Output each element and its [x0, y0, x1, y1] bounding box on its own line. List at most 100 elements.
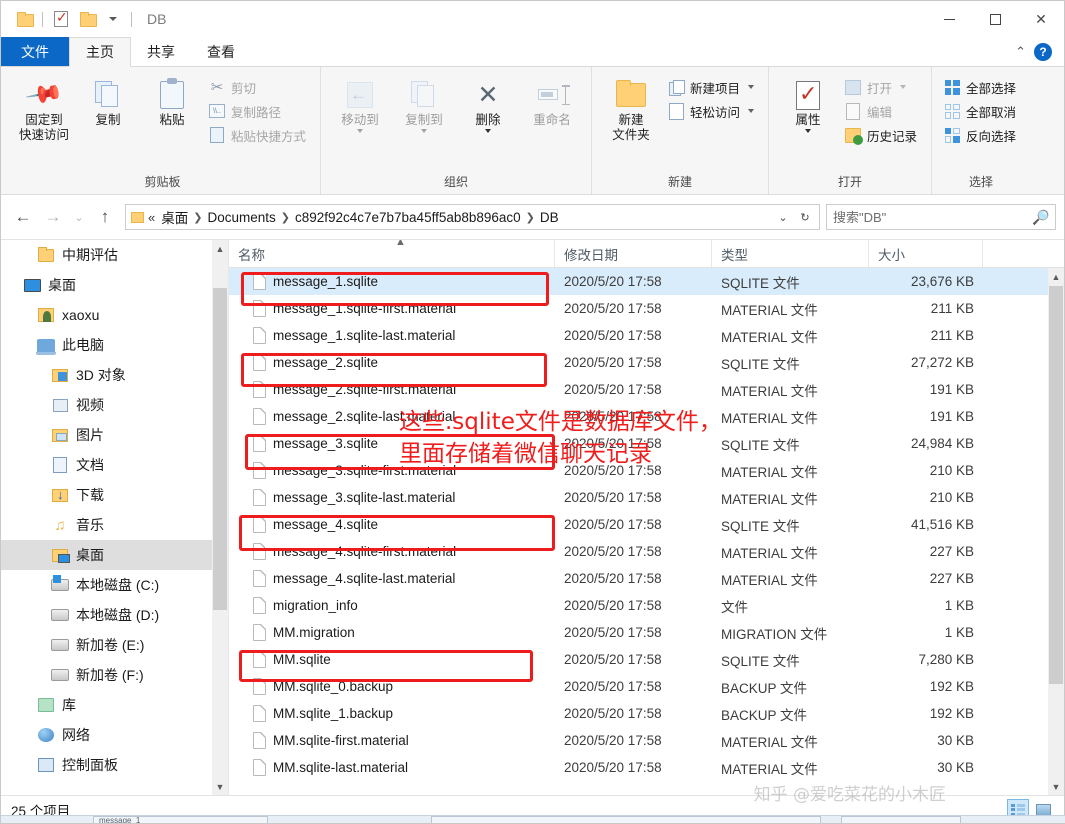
sidebar-item-12[interactable]: 本地磁盘 (D:) — [1, 600, 228, 630]
sidebar-item-8[interactable]: 下载 — [1, 480, 228, 510]
sidebar-item-3[interactable]: 此电脑 — [1, 330, 228, 360]
search-box[interactable]: 🔍 — [826, 204, 1056, 230]
new-folder-button[interactable]: 新建 文件夹 — [600, 73, 662, 147]
sidebar-item-13[interactable]: 新加卷 (E:) — [1, 630, 228, 660]
scroll-up-icon[interactable]: ▲ — [212, 240, 228, 257]
search-icon[interactable]: 🔍 — [1032, 209, 1049, 226]
tab-home[interactable]: 主页 — [69, 37, 131, 67]
paste-shortcut-button[interactable]: 粘贴快捷方式 — [205, 123, 312, 147]
table-row[interactable]: message_2.sqlite 2020/5/20 17:58 SQLITE 文件… — [229, 349, 1048, 376]
history-button[interactable]: 历史记录 — [841, 123, 923, 147]
open-button[interactable]: 打开 — [841, 75, 923, 99]
tab-share[interactable]: 共享 — [131, 37, 191, 66]
select-none-button[interactable]: 全部取消 — [940, 99, 1022, 123]
sidebar-item-0[interactable]: 中期评估 — [1, 240, 228, 270]
sidebar-item-15[interactable]: 库 — [1, 690, 228, 720]
chevron-right-icon[interactable]: ❯ — [525, 211, 536, 224]
sidebar-item-17[interactable]: 控制面板 — [1, 750, 228, 780]
close-button[interactable]: ✕ — [1018, 1, 1064, 37]
table-row[interactable]: message_3.sqlite-first.material 2020/5/20… — [229, 457, 1048, 484]
edit-button[interactable]: 编辑 — [841, 99, 923, 123]
sidebar-item-4[interactable]: 3D 对象 — [1, 360, 228, 390]
file-list-scrollbar[interactable]: ▲ ▼ — [1048, 268, 1064, 795]
delete-button[interactable]: ✕ 删除 — [457, 73, 519, 137]
chevron-down-icon[interactable] — [100, 6, 126, 32]
taskbar-button[interactable] — [431, 816, 821, 823]
copy-button[interactable]: 复制 — [77, 73, 139, 132]
column-header-name[interactable]: 名称 ▲ — [229, 240, 555, 267]
table-row[interactable]: message_3.sqlite 2020/5/20 17:58 SQLITE 文件… — [229, 430, 1048, 457]
chevron-right-icon[interactable]: ❯ — [280, 211, 291, 224]
chevron-right-icon[interactable]: ❯ — [192, 211, 203, 224]
sidebar-item-10[interactable]: 桌面 — [1, 540, 228, 570]
table-row[interactable]: MM.sqlite-last.material 2020/5/20 17:58 MA… — [229, 754, 1048, 781]
breadcrumb[interactable]: « 桌面 ❯ Documents ❯ c892f92c4c7e7b7ba45ff… — [125, 204, 820, 230]
column-header-type[interactable]: 类型 — [712, 240, 869, 267]
sidebar-item-9[interactable]: ♫ 音乐 — [1, 510, 228, 540]
sidebar-item-2[interactable]: xaoxu — [1, 300, 228, 330]
table-row[interactable]: MM.sqlite 2020/5/20 17:58 SQLITE 文件 7,280 K… — [229, 646, 1048, 673]
sidebar-scroll-thumb[interactable] — [213, 288, 227, 610]
tab-file[interactable]: 文件 — [1, 37, 69, 66]
easy-access-button[interactable]: 轻松访问 — [664, 99, 760, 123]
new-item-button[interactable]: 新建项目 — [664, 75, 760, 99]
table-row[interactable]: message_4.sqlite 2020/5/20 17:58 SQLITE 文件… — [229, 511, 1048, 538]
table-row[interactable]: MM.sqlite-first.material 2020/5/20 17:58 M… — [229, 727, 1048, 754]
tab-view[interactable]: 查看 — [191, 37, 251, 66]
table-row[interactable]: message_2.sqlite-first.material 2020/5/20… — [229, 376, 1048, 403]
recent-locations-button[interactable]: ⌄ — [69, 203, 89, 231]
column-header-size[interactable]: 大小 — [869, 240, 983, 267]
file-scroll-thumb[interactable] — [1049, 286, 1063, 684]
table-row[interactable]: message_2.sqlite-last.material 2020/5/20 … — [229, 403, 1048, 430]
maximize-button[interactable] — [972, 1, 1018, 37]
copy-path-button[interactable]: \\.. 复制路径 — [205, 99, 312, 123]
sidebar-scrollbar[interactable]: ▲ ▼ — [212, 240, 228, 795]
forward-button[interactable]: → — [39, 203, 67, 231]
sidebar-item-11[interactable]: 本地磁盘 (C:) — [1, 570, 228, 600]
breadcrumb-overflow[interactable]: « — [148, 210, 157, 225]
cut-button[interactable]: ✂ 剪切 — [205, 75, 312, 99]
invert-selection-button[interactable]: 反向选择 — [940, 123, 1022, 147]
up-button[interactable]: ↑ — [91, 203, 119, 231]
back-button[interactable]: ← — [9, 203, 37, 231]
minimize-button[interactable] — [926, 1, 972, 37]
properties-button[interactable]: ✓ 属性 — [777, 73, 839, 137]
table-row[interactable]: MM.sqlite_0.backup 2020/5/20 17:58 BACKUP … — [229, 673, 1048, 700]
pin-to-quick-access-button[interactable]: 📌 固定到 快速访问 — [13, 73, 75, 147]
breadcrumb-item-documents[interactable]: Documents — [203, 207, 279, 228]
table-row[interactable]: message_4.sqlite-last.material 2020/5/20 … — [229, 565, 1048, 592]
help-icon[interactable]: ? — [1034, 42, 1052, 61]
copy-to-button[interactable]: 复制到 — [393, 73, 455, 137]
sidebar-item-5[interactable]: 视频 — [1, 390, 228, 420]
table-row[interactable]: MM.migration 2020/5/20 17:58 MIGRATION 文件 1… — [229, 619, 1048, 646]
breadcrumb-item-guid[interactable]: c892f92c4c7e7b7ba45ff5ab8b896ac0 — [291, 207, 525, 228]
table-row[interactable]: message_4.sqlite-first.material 2020/5/20… — [229, 538, 1048, 565]
sidebar-item-7[interactable]: 文档 — [1, 450, 228, 480]
collapse-ribbon-icon[interactable]: ⌃ — [1015, 44, 1026, 60]
table-row[interactable]: message_1.sqlite-last.material 2020/5/20 … — [229, 322, 1048, 349]
breadcrumb-item-db[interactable]: DB — [536, 207, 563, 228]
breadcrumb-item-desktop[interactable]: 桌面 — [157, 204, 192, 230]
table-row[interactable]: MM.sqlite_1.backup 2020/5/20 17:58 BACKUP … — [229, 700, 1048, 727]
new-folder-icon[interactable] — [74, 6, 100, 32]
sidebar-item-6[interactable]: 图片 — [1, 420, 228, 450]
sidebar-item-16[interactable]: 网络 — [1, 720, 228, 750]
scroll-down-icon[interactable]: ▼ — [1048, 778, 1064, 795]
sidebar-item-14[interactable]: 新加卷 (F:) — [1, 660, 228, 690]
table-row[interactable]: message_1.sqlite 2020/5/20 17:58 SQLITE 文件… — [229, 268, 1048, 295]
column-header-date[interactable]: 修改日期 — [555, 240, 712, 267]
rename-button[interactable]: 重命名 — [521, 73, 583, 132]
scroll-down-icon[interactable]: ▼ — [212, 778, 228, 795]
taskbar-button[interactable] — [841, 816, 961, 823]
paste-button[interactable]: 粘贴 — [141, 73, 203, 132]
sidebar-item-1[interactable]: 桌面 — [1, 270, 228, 300]
refresh-icon[interactable]: ↻ — [795, 203, 815, 231]
select-all-button[interactable]: 全部选择 — [940, 75, 1022, 99]
properties-icon[interactable] — [48, 6, 74, 32]
move-to-button[interactable]: 移动到 — [329, 73, 391, 137]
table-row[interactable]: message_1.sqlite-first.material 2020/5/20… — [229, 295, 1048, 322]
scroll-up-icon[interactable]: ▲ — [1048, 268, 1064, 285]
table-row[interactable]: migration_info 2020/5/20 17:58 文件 1 KB — [229, 592, 1048, 619]
table-row[interactable]: message_3.sqlite-last.material 2020/5/20 … — [229, 484, 1048, 511]
search-input[interactable] — [833, 209, 1032, 225]
